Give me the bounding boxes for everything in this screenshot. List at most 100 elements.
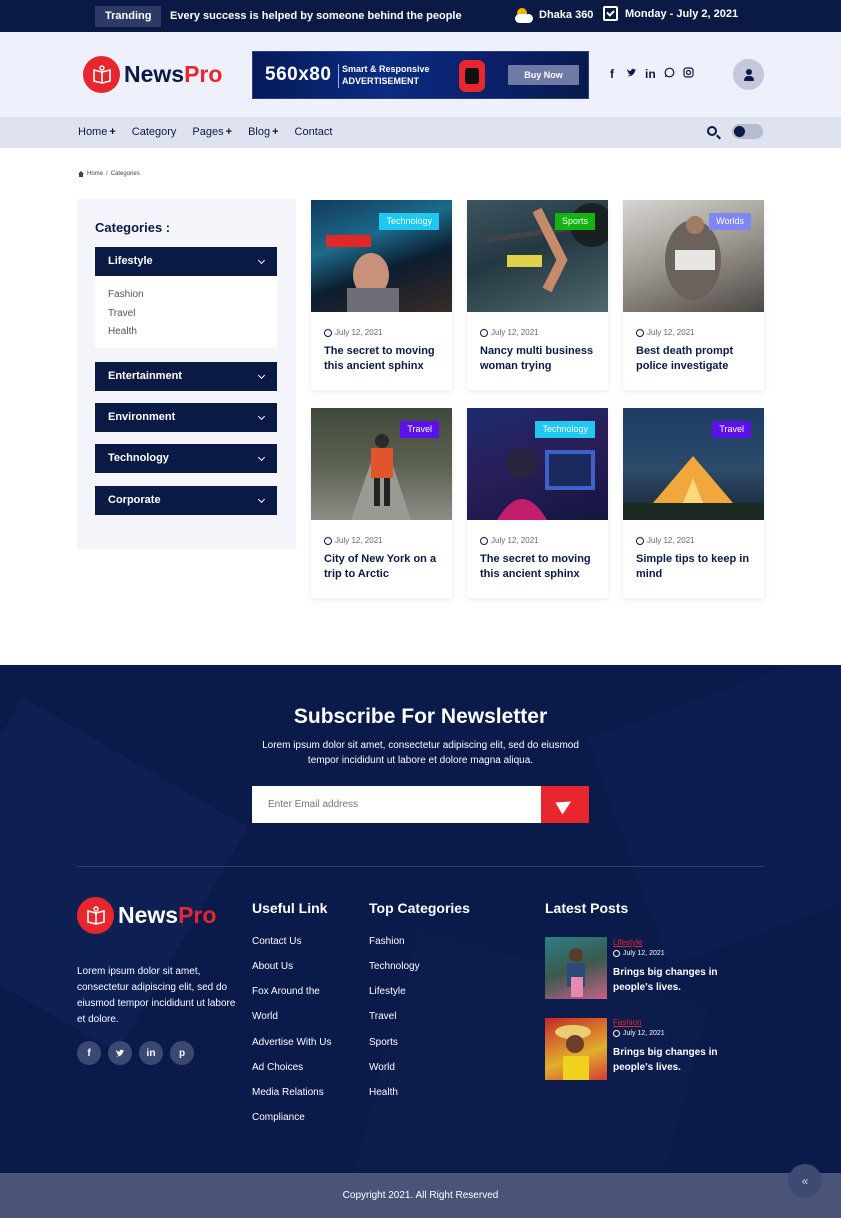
user-account-button[interactable] bbox=[733, 59, 764, 90]
linkedin-icon[interactable]: in bbox=[645, 67, 656, 81]
chevron-down-icon bbox=[257, 453, 266, 462]
ad-line2: ADVERTISEMENT bbox=[342, 76, 420, 86]
submenu-item-travel[interactable]: Travel bbox=[108, 308, 135, 319]
footer-category-link[interactable]: World bbox=[369, 1062, 395, 1073]
category-lifestyle-toggle[interactable]: Lifestyle bbox=[95, 247, 277, 276]
clock-icon bbox=[636, 536, 644, 545]
latest-post-category[interactable]: Lifestyle bbox=[613, 938, 642, 947]
header-advertisement[interactable]: 560x80 Smart & Responsive ADVERTISEMENT … bbox=[252, 51, 589, 99]
footer-category-link[interactable]: Technology bbox=[369, 961, 420, 972]
footer-link[interactable]: Fox Around the bbox=[252, 986, 320, 997]
footer-logo[interactable]: NewsPro bbox=[77, 897, 216, 934]
latest-post-title[interactable]: Brings big changes in people's lives. bbox=[613, 965, 733, 995]
latest-post-image[interactable] bbox=[545, 937, 607, 999]
category-entertainment-toggle[interactable]: Entertainment bbox=[95, 362, 277, 391]
ad-buy-now-button[interactable]: Buy Now bbox=[508, 65, 579, 85]
footer-category-link[interactable]: Lifestyle bbox=[369, 986, 406, 997]
dark-mode-toggle[interactable] bbox=[732, 124, 763, 139]
instagram-icon[interactable] bbox=[683, 67, 694, 81]
main-nav: Home + Category Pages + Blog + Contact bbox=[0, 117, 841, 148]
post-title[interactable]: The secret to moving this ancient sphinx bbox=[324, 344, 446, 374]
useful-links-title: Useful Link bbox=[252, 900, 328, 916]
user-icon bbox=[745, 69, 752, 75]
category-tag[interactable]: Travel bbox=[712, 421, 751, 438]
facebook-icon[interactable]: f bbox=[607, 67, 617, 81]
post-card[interactable]: Travel July 12, 2021 City of New York on… bbox=[311, 408, 452, 598]
post-date: July 12, 2021 bbox=[636, 536, 695, 545]
search-icon[interactable] bbox=[707, 126, 717, 136]
post-date: July 12, 2021 bbox=[636, 328, 695, 337]
category-corporate-toggle[interactable]: Corporate bbox=[95, 486, 277, 515]
footer-link[interactable]: Media Relations bbox=[252, 1087, 324, 1098]
chevron-down-icon bbox=[257, 412, 266, 421]
post-card[interactable]: Sports July 12, 2021 Nancy multi busines… bbox=[467, 200, 614, 390]
category-technology-toggle[interactable]: Technology bbox=[95, 444, 277, 473]
newsletter-email-input[interactable] bbox=[252, 786, 541, 823]
home-icon bbox=[78, 171, 84, 177]
clock-icon bbox=[324, 328, 332, 337]
footer-link[interactable]: Contact Us bbox=[252, 936, 301, 947]
trending-badge: Tranding bbox=[95, 6, 162, 27]
footer-link[interactable]: Advertise With Us bbox=[252, 1037, 331, 1048]
submenu-item-fashion[interactable]: Fashion bbox=[108, 289, 144, 300]
nav-item-category[interactable]: Category bbox=[132, 126, 177, 138]
footer-category-link[interactable]: Sports bbox=[369, 1037, 398, 1048]
latest-post-image[interactable] bbox=[545, 1018, 607, 1080]
scroll-to-top-button[interactable]: « bbox=[788, 1164, 822, 1198]
newsletter-submit-button[interactable] bbox=[541, 786, 589, 823]
footer-socials: f in p bbox=[77, 1041, 194, 1065]
post-title[interactable]: Simple tips to keep in mind bbox=[636, 552, 758, 582]
nav-item-home[interactable]: Home + bbox=[78, 126, 116, 138]
category-tag[interactable]: Technology bbox=[379, 213, 439, 230]
nav-item-pages[interactable]: Pages + bbox=[192, 126, 232, 138]
chevron-down-icon bbox=[257, 495, 266, 504]
categories-sidebar: Categories : Lifestyle Fashion Travel He… bbox=[77, 199, 296, 549]
facebook-icon[interactable]: f bbox=[77, 1041, 101, 1065]
weather-widget: Dhaka 360 bbox=[513, 6, 593, 24]
site-logo[interactable]: NewsPro bbox=[83, 56, 222, 93]
weather-icon bbox=[513, 6, 533, 24]
post-card[interactable]: Technology July 12, 2021 The secret to m… bbox=[467, 408, 608, 598]
whatsapp-icon[interactable] bbox=[664, 67, 675, 81]
twitter-icon[interactable] bbox=[108, 1041, 132, 1065]
footer-link[interactable]: World bbox=[252, 1011, 278, 1022]
logo-book-icon bbox=[77, 897, 114, 934]
footer-link[interactable]: Ad Choices bbox=[252, 1062, 303, 1073]
category-tag[interactable]: Worlds bbox=[709, 213, 751, 230]
post-title[interactable]: Best death prompt police investigate bbox=[636, 344, 758, 374]
category-tag[interactable]: Travel bbox=[400, 421, 439, 438]
footer-category-link[interactable]: Travel bbox=[369, 1011, 396, 1022]
linkedin-icon[interactable]: in bbox=[139, 1041, 163, 1065]
latest-post-category[interactable]: Fashion bbox=[613, 1018, 641, 1027]
footer-category-link[interactable]: Health bbox=[369, 1087, 398, 1098]
post-title[interactable]: City of New York on a trip to Arctic bbox=[324, 552, 446, 582]
clock-icon bbox=[480, 328, 488, 337]
category-environment-toggle[interactable]: Environment bbox=[95, 403, 277, 432]
copyright-text: Copyright 2021. All Right Reserved bbox=[342, 1190, 499, 1201]
footer-link[interactable]: About Us bbox=[252, 961, 293, 972]
post-title[interactable]: Nancy multi business woman trying bbox=[480, 344, 602, 374]
date-text: Monday - July 2, 2021 bbox=[625, 7, 739, 20]
calendar-icon bbox=[603, 6, 618, 21]
footer-category-link[interactable]: Fashion bbox=[369, 936, 405, 947]
footer: Subscribe For Newsletter Lorem ipsum dol… bbox=[0, 665, 841, 1173]
clock-icon bbox=[480, 536, 488, 545]
clock-icon bbox=[636, 328, 644, 337]
category-tag[interactable]: Technology bbox=[535, 421, 595, 438]
post-card[interactable]: Travel July 12, 2021 Simple tips to keep… bbox=[623, 408, 764, 598]
post-card[interactable]: Technology July 12, 2021 The secret to m… bbox=[311, 200, 452, 390]
nav-item-blog[interactable]: Blog + bbox=[248, 126, 278, 138]
breadcrumb-home[interactable]: Home bbox=[87, 171, 103, 177]
latest-post-title[interactable]: Brings big changes in people's lives. bbox=[613, 1045, 733, 1075]
twitter-icon[interactable] bbox=[626, 67, 637, 81]
post-card[interactable]: Worlds July 12, 2021 Best death prompt p… bbox=[623, 200, 764, 390]
trending-headline[interactable]: Every success is helped by someone behin… bbox=[170, 10, 462, 22]
submenu-item-health[interactable]: Health bbox=[108, 326, 137, 337]
nav-item-contact[interactable]: Contact bbox=[295, 126, 333, 138]
pinterest-icon[interactable]: p bbox=[170, 1041, 194, 1065]
post-date: July 12, 2021 bbox=[324, 536, 383, 545]
footer-link[interactable]: Compliance bbox=[252, 1112, 305, 1123]
post-title[interactable]: The secret to moving this ancient sphinx bbox=[480, 552, 602, 582]
ad-size: 560x80 bbox=[265, 64, 332, 85]
category-tag[interactable]: Sports bbox=[554, 213, 595, 230]
